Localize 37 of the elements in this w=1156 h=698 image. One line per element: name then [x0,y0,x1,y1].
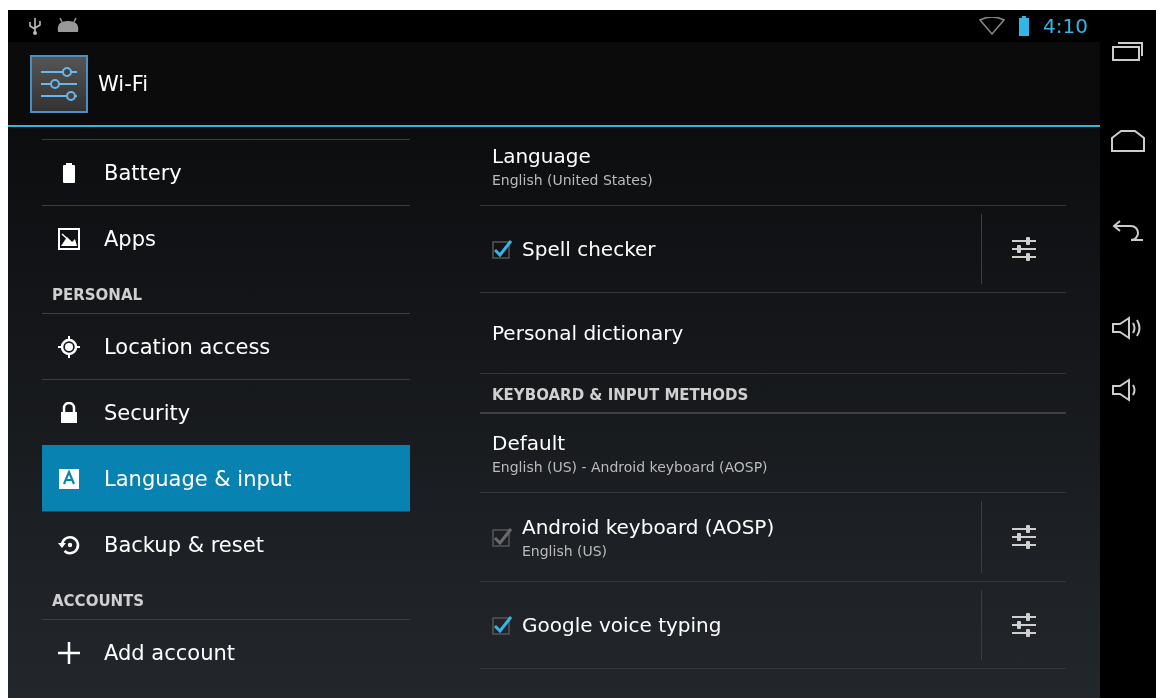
android-icon [56,18,80,34]
clock-time: 4:10 [1043,14,1088,38]
screen-title: Wi-Fi [98,71,149,96]
wifi-icon [979,17,1006,35]
home-icon[interactable] [1111,130,1145,152]
section-header: ACCOUNTS [51,591,146,612]
checkbox[interactable] [492,615,512,635]
preference-item[interactable]: Language English (United States) [480,127,1066,206]
usb-icon [28,16,42,36]
section-header: KEYBOARD & INPUT METHODS [480,374,1066,414]
preference-item[interactable]: Personal dictionary [480,293,1066,374]
preference-title: Android keyboard (AOSP) [522,515,775,539]
back-icon[interactable] [1111,220,1145,242]
settings-icon[interactable] [1011,525,1037,549]
sidebar-item[interactable]: Battery [42,139,410,205]
keyboard-letter-icon [58,467,80,490]
checkbox[interactable] [492,239,512,259]
picture-icon [58,227,80,250]
preference-summary: English (US) [522,543,609,559]
settings-icon[interactable] [1011,613,1037,637]
recent-apps-icon[interactable] [1112,40,1144,62]
sidebar-item[interactable]: Language & input [42,445,410,511]
lock-icon [60,401,78,424]
battery-icon [1019,16,1030,36]
preference-item[interactable]: Default English (US) - Android keyboard (AOSP) [480,414,1066,493]
sidebar-item[interactable]: Apps [42,205,410,271]
preference-title: Spell checker [522,237,656,261]
settings-icon[interactable] [1011,237,1037,261]
sidebar-item[interactable]: Backup & reset [42,511,410,577]
plus-icon [57,640,81,665]
sidebar-item[interactable]: Add account [42,619,410,685]
location-icon [57,334,81,359]
sidebar-item[interactable]: Location access [42,313,410,379]
preference-title: Google voice typing [522,613,722,637]
battery-icon [62,162,76,183]
section-header: PERSONAL [51,285,144,306]
settings-app-icon[interactable] [30,54,88,113]
